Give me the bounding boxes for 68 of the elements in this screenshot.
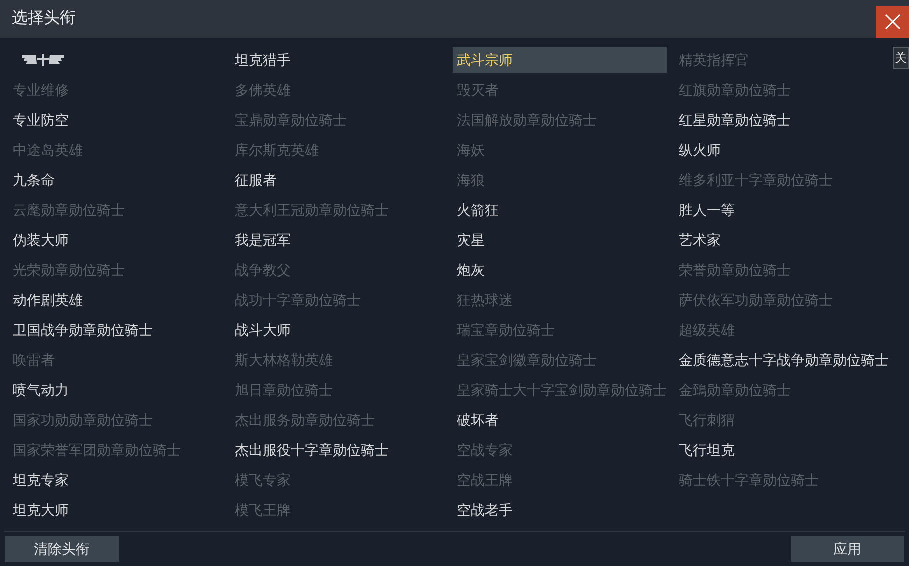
close-button[interactable] (876, 6, 909, 38)
title-option[interactable]: 荣誉勋章勋位骑士 (675, 257, 901, 283)
title-option[interactable]: 九条命 (9, 167, 223, 193)
close-icon (884, 14, 900, 30)
title-option[interactable]: 战争教父 (231, 257, 445, 283)
title-option[interactable]: 征服者 (231, 167, 445, 193)
title-option[interactable]: 坦克猎手 (231, 47, 445, 73)
title-option[interactable]: 狂热球迷 (453, 287, 667, 313)
title-option[interactable]: 喷气动力 (9, 377, 223, 403)
title-option[interactable]: 模飞专家 (231, 467, 445, 493)
window-title: 选择头衔 (12, 8, 76, 29)
title-option[interactable]: 灾星 (453, 227, 667, 253)
title-option[interactable]: 空战王牌 (453, 467, 667, 493)
title-option[interactable]: 火箭狂 (453, 197, 667, 223)
title-option[interactable]: 飞行刺猬 (675, 407, 901, 433)
title-option[interactable]: 维多利亚十字章勋位骑士 (675, 167, 901, 193)
apply-button[interactable]: 应用 (791, 536, 904, 562)
title-option[interactable]: 唤雷者 (9, 347, 223, 373)
title-option[interactable]: 皇家宝剑徽章勋位骑士 (453, 347, 667, 373)
title-option[interactable]: 库尔斯克英雄 (231, 137, 445, 163)
title-option[interactable]: 纵火师 (675, 137, 901, 163)
title-option[interactable]: 杰出服役十字章勋位骑士 (231, 437, 445, 463)
title-option[interactable]: 多佛英雄 (231, 77, 445, 103)
title-option[interactable]: 宝鼎勋章勋位骑士 (231, 107, 445, 133)
title-option[interactable]: 卫国战争勋章勋位骑士 (9, 317, 223, 343)
title-option[interactable]: 骑士铁十字章勋位骑士 (675, 467, 901, 493)
title-option[interactable]: 海狼 (453, 167, 667, 193)
title-option[interactable]: 杰出服务勋章勋位骑士 (231, 407, 445, 433)
title-option[interactable]: 萨伏依军功勋章勋位骑士 (675, 287, 901, 313)
title-option[interactable]: 中途岛英雄 (9, 137, 223, 163)
title-option[interactable]: 毁灭者 (453, 77, 667, 103)
title-option[interactable]: 瑞宝章勋位骑士 (453, 317, 667, 343)
title-option[interactable]: 皇家骑士大十字宝剑勋章勋位骑士 (453, 377, 667, 403)
title-option[interactable]: 飞行坦克 (675, 437, 901, 463)
title-option[interactable]: 专业防空 (9, 107, 223, 133)
title-option[interactable]: 国家荣誉军团勋章勋位骑士 (9, 437, 223, 463)
title-option[interactable]: 国家功勋勋章勋位骑士 (9, 407, 223, 433)
title-option[interactable]: 光荣勋章勋位骑士 (9, 257, 223, 283)
title-option[interactable]: 旭日章勋位骑士 (231, 377, 445, 403)
title-option[interactable]: 战斗大师 (231, 317, 445, 343)
title-option[interactable]: 云麾勋章勋位骑士 (9, 197, 223, 223)
title-option[interactable]: 坦克专家 (9, 467, 223, 493)
title-option[interactable]: 金鵄勋章勋位骑士 (675, 377, 901, 403)
title-option[interactable]: 动作剧英雄 (9, 287, 223, 313)
title-option[interactable]: 胜人一等 (675, 197, 901, 223)
title-option[interactable]: 空战老手 (453, 497, 667, 523)
title-option[interactable]: 炮灰 (453, 257, 667, 283)
title-option[interactable]: 空战专家 (453, 437, 667, 463)
title-option[interactable]: 伪装大师 (9, 227, 223, 253)
title-option[interactable]: 金质德意志十字战争勋章勋位骑士 (675, 347, 901, 373)
title-option[interactable]: 法国解放勋章勋位骑士 (453, 107, 667, 133)
title-option[interactable]: 红旗勋章勋位骑士 (675, 77, 901, 103)
title-option[interactable]: 海妖 (453, 137, 667, 163)
title-option[interactable]: 模飞王牌 (231, 497, 445, 523)
title-option[interactable]: 意大利王冠勋章勋位骑士 (231, 197, 445, 223)
tooltip: 关 (893, 47, 909, 69)
clear-title-button[interactable]: 清除头衔 (5, 536, 119, 562)
title-option[interactable]: 艺术家 (675, 227, 901, 253)
winged-cross-icon (22, 54, 64, 66)
title-option[interactable]: 坦克大师 (9, 497, 223, 523)
title-option[interactable]: 破坏者 (453, 407, 667, 433)
title-option[interactable]: 红星勋章勋位骑士 (675, 107, 901, 133)
title-option[interactable]: 武斗宗师 (453, 47, 667, 73)
title-option[interactable]: 战功十字章勋位骑士 (231, 287, 445, 313)
title-option[interactable]: 超级英雄 (675, 317, 901, 343)
title-option[interactable]: 我是冠军 (231, 227, 445, 253)
title-option[interactable]: 专业维修 (9, 77, 223, 103)
title-option[interactable]: 斯大林格勒英雄 (231, 347, 445, 373)
